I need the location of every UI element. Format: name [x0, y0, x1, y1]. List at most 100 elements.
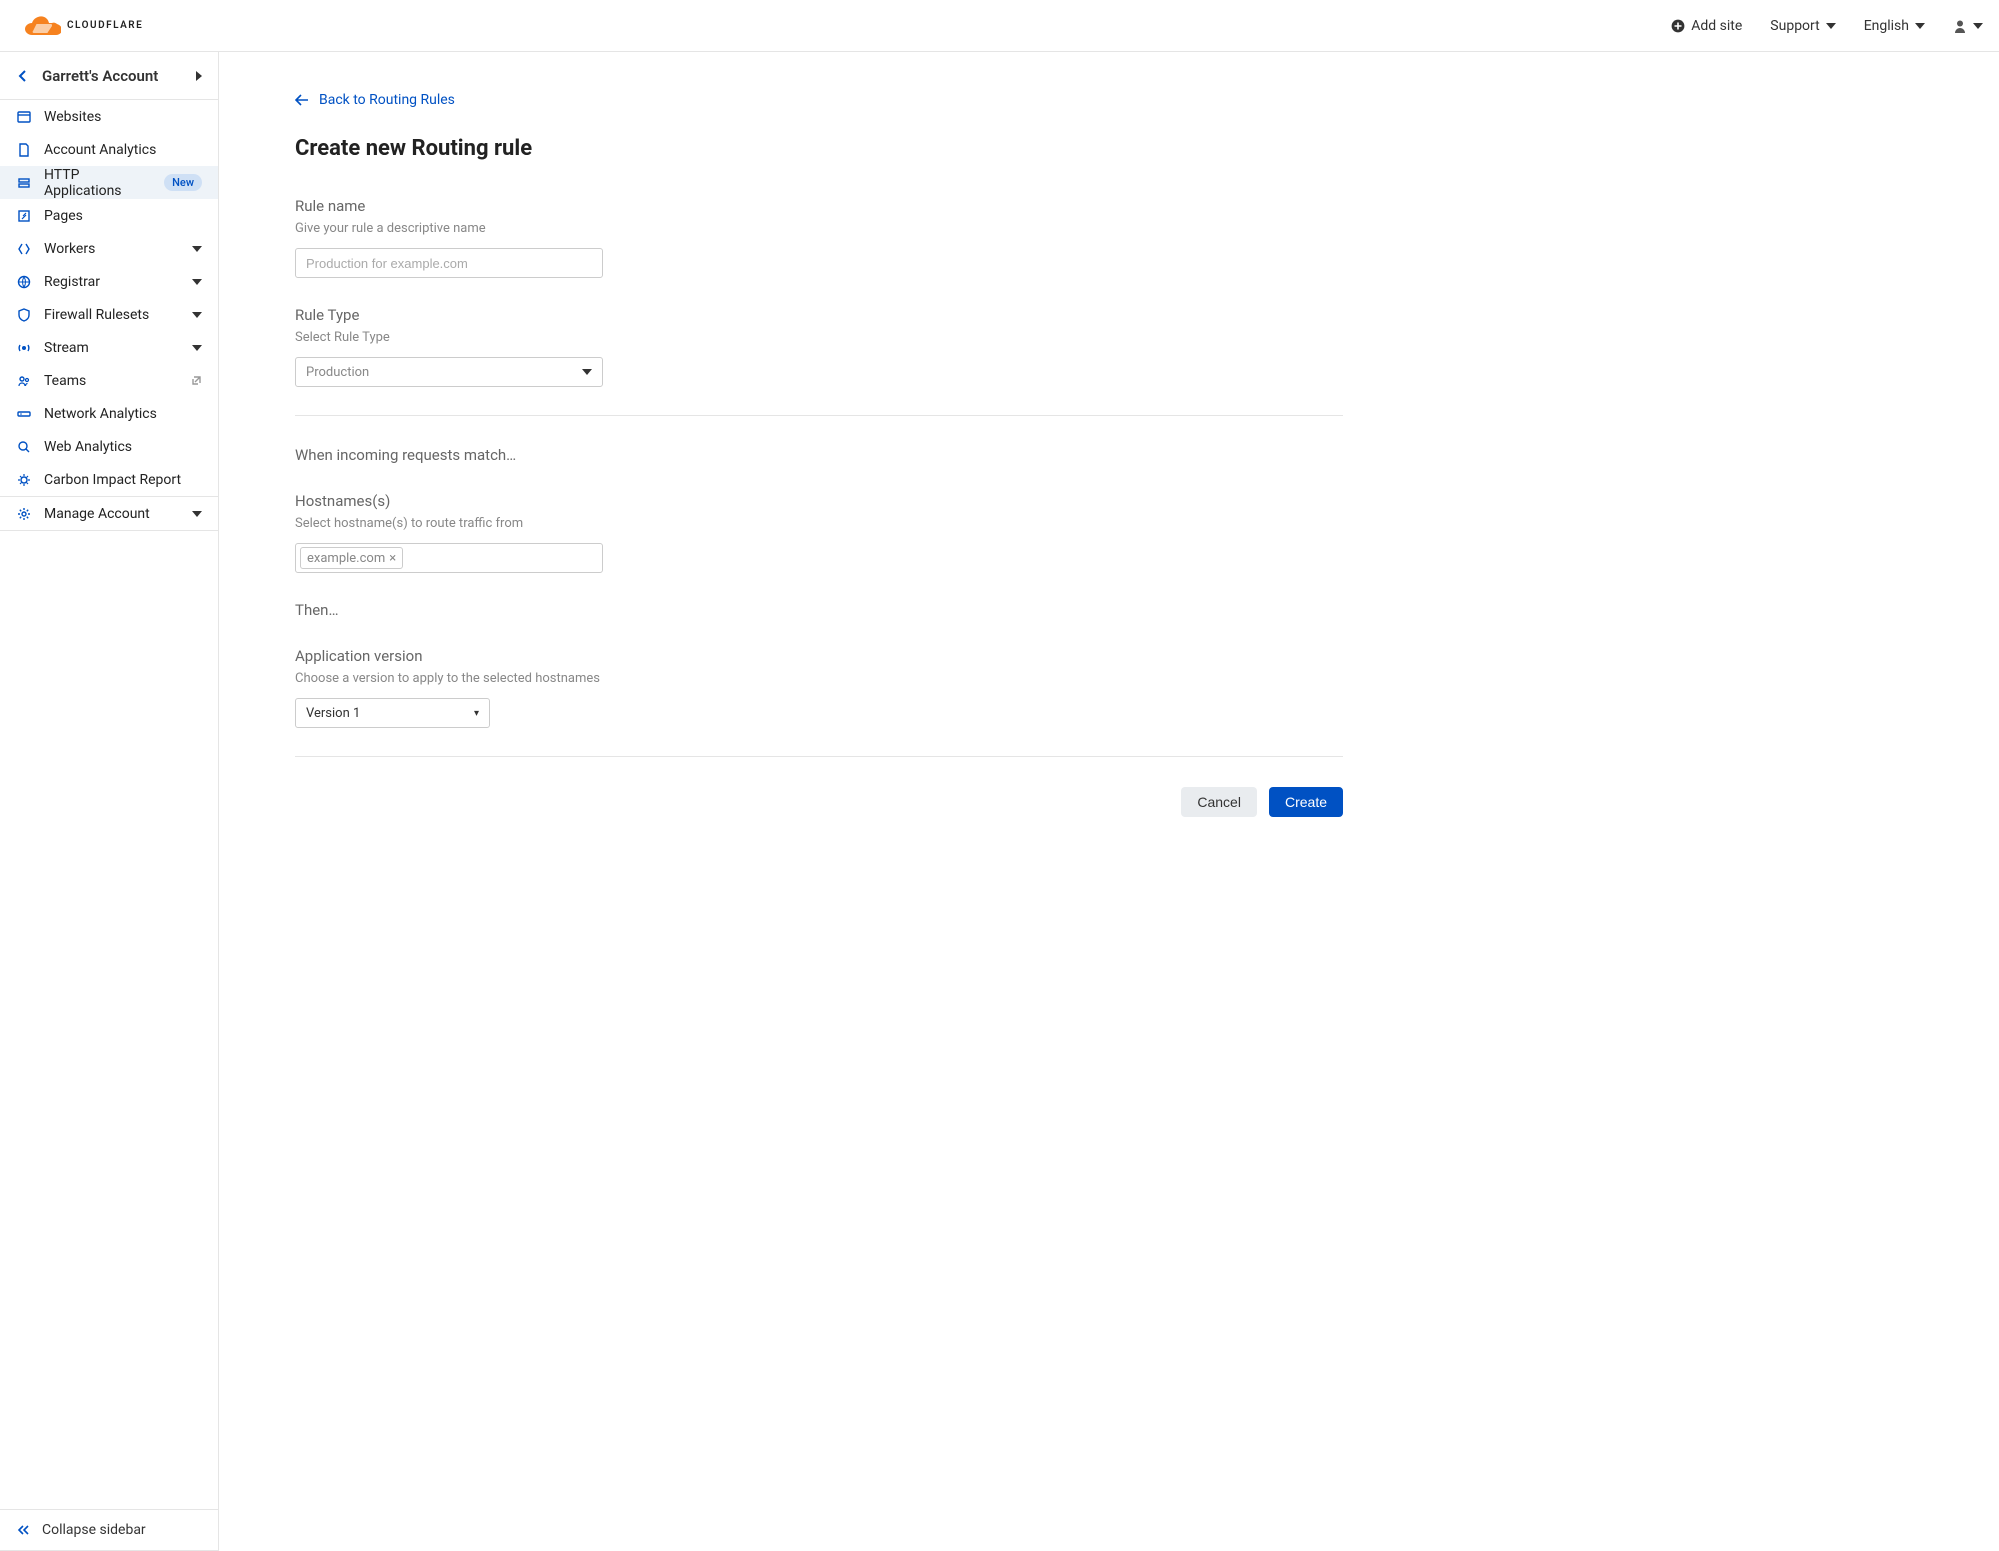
rule-type-label: Rule Type: [295, 306, 1343, 324]
workers-icon: [16, 241, 32, 257]
divider: [295, 415, 1343, 416]
sidebar-item-account-analytics[interactable]: Account Analytics: [0, 133, 218, 166]
sidebar-item-label: Firewall Rulesets: [44, 307, 180, 323]
virus-icon: [16, 472, 32, 488]
stream-icon: [16, 340, 32, 356]
hostnames-help: Select hostname(s) to route traffic from: [295, 516, 1343, 531]
caret-down-icon: [192, 246, 202, 252]
sidebar-item-label: Websites: [44, 109, 202, 125]
language-dropdown[interactable]: English: [1864, 18, 1925, 34]
sidebar-item-stream[interactable]: Stream: [0, 331, 218, 364]
sidebar-item-label: HTTP Applications: [44, 167, 152, 199]
sidebar-item-label: Pages: [44, 208, 202, 224]
teams-icon: [16, 373, 32, 389]
user-icon: [1953, 19, 1967, 33]
cancel-button[interactable]: Cancel: [1181, 787, 1257, 817]
sidebar-item-teams[interactable]: Teams: [0, 364, 218, 397]
sidebar-item-pages[interactable]: Pages: [0, 199, 218, 232]
app-version-select[interactable]: Version 1 ▾: [295, 698, 490, 728]
back-to-routing-rules-link[interactable]: Back to Routing Rules: [295, 92, 1343, 108]
app-version-value: Version 1: [306, 706, 360, 721]
websites-icon: [16, 109, 32, 125]
support-dropdown[interactable]: Support: [1770, 18, 1835, 34]
sidebar: Garrett's Account Websites Account Analy…: [0, 52, 219, 1551]
then-header: Then…: [295, 601, 1343, 619]
account-switcher[interactable]: Garrett's Account: [0, 52, 218, 100]
chevron-right-icon: [196, 71, 202, 81]
chevron-double-left-icon: [16, 1523, 30, 1537]
sidebar-item-label: Registrar: [44, 274, 180, 290]
language-label: English: [1864, 18, 1909, 34]
caret-down-icon: [192, 279, 202, 285]
logo-text: CLOUDFLARE: [67, 20, 143, 31]
caret-down-icon: [192, 312, 202, 318]
hostnames-tagbox[interactable]: example.com ×: [295, 543, 603, 573]
collapse-sidebar-button[interactable]: Collapse sidebar: [0, 1509, 218, 1551]
rule-name-help: Give your rule a descriptive name: [295, 221, 1343, 236]
gear-icon: [16, 506, 32, 522]
sidebar-item-web-analytics[interactable]: Web Analytics: [0, 430, 218, 463]
triangle-down-icon: ▾: [474, 708, 479, 719]
sidebar-item-label: Network Analytics: [44, 406, 202, 422]
cloudflare-logo[interactable]: CLOUDFLARE: [16, 15, 143, 37]
sidebar-item-label: Workers: [44, 241, 180, 257]
support-label: Support: [1770, 18, 1819, 34]
sidebar-item-websites[interactable]: Websites: [0, 100, 218, 133]
sidebar-item-label: Stream: [44, 340, 180, 356]
caret-down-icon: [192, 511, 202, 517]
file-icon: [16, 142, 32, 158]
rule-type-select[interactable]: Production: [295, 357, 603, 387]
arrow-left-icon: [16, 69, 30, 83]
cloud-icon: [16, 15, 61, 37]
add-site-button[interactable]: Add site: [1671, 18, 1742, 34]
app-version-help: Choose a version to apply to the selecte…: [295, 671, 1343, 686]
stack-icon: [16, 175, 32, 191]
globe-icon: [16, 274, 32, 290]
caret-down-icon: [582, 369, 592, 375]
sidebar-item-label: Carbon Impact Report: [44, 472, 202, 488]
sidebar-item-label: Account Analytics: [44, 142, 202, 158]
divider: [295, 756, 1343, 757]
sidebar-item-carbon-impact[interactable]: Carbon Impact Report: [0, 463, 218, 496]
caret-down-icon: [1915, 23, 1925, 29]
main-content: Back to Routing Rules Create new Routing…: [219, 52, 1419, 1551]
arrow-left-icon: [295, 94, 309, 106]
sidebar-item-manage-account[interactable]: Manage Account: [0, 497, 218, 530]
hostname-tag[interactable]: example.com ×: [300, 547, 403, 569]
network-icon: [16, 406, 32, 422]
caret-down-icon: [192, 345, 202, 351]
sidebar-item-network-analytics[interactable]: Network Analytics: [0, 397, 218, 430]
external-link-icon: [190, 375, 202, 387]
hostname-tag-label: example.com: [307, 551, 385, 566]
caret-down-icon: [1973, 23, 1983, 29]
sidebar-item-label: Manage Account: [44, 506, 180, 522]
search-icon: [16, 439, 32, 455]
sidebar-item-workers[interactable]: Workers: [0, 232, 218, 265]
hostnames-label: Hostnames(s): [295, 492, 1343, 510]
plus-circle-icon: [1671, 19, 1685, 33]
match-header: When incoming requests match…: [295, 446, 1343, 464]
rule-type-value: Production: [306, 365, 369, 380]
rule-name-input[interactable]: [295, 248, 603, 278]
sidebar-item-registrar[interactable]: Registrar: [0, 265, 218, 298]
topbar: CLOUDFLARE Add site Support English: [0, 0, 1999, 52]
sidebar-item-firewall-rulesets[interactable]: Firewall Rulesets: [0, 298, 218, 331]
back-link-label: Back to Routing Rules: [319, 92, 455, 108]
rule-type-help: Select Rule Type: [295, 330, 1343, 345]
collapse-label: Collapse sidebar: [42, 1522, 146, 1538]
sidebar-item-http-applications[interactable]: HTTP Applications New: [0, 166, 218, 199]
page-title: Create new Routing rule: [295, 136, 1343, 161]
sidebar-item-label: Web Analytics: [44, 439, 202, 455]
rule-name-field[interactable]: [306, 256, 592, 271]
rule-name-label: Rule name: [295, 197, 1343, 215]
shield-icon: [16, 307, 32, 323]
sidebar-item-label: Teams: [44, 373, 178, 389]
remove-tag-icon[interactable]: ×: [389, 551, 396, 566]
account-name: Garrett's Account: [42, 67, 184, 85]
create-button[interactable]: Create: [1269, 787, 1343, 817]
add-site-label: Add site: [1691, 18, 1742, 34]
new-badge: New: [164, 174, 202, 191]
user-menu[interactable]: [1953, 19, 1983, 33]
pages-icon: [16, 208, 32, 224]
caret-down-icon: [1826, 23, 1836, 29]
